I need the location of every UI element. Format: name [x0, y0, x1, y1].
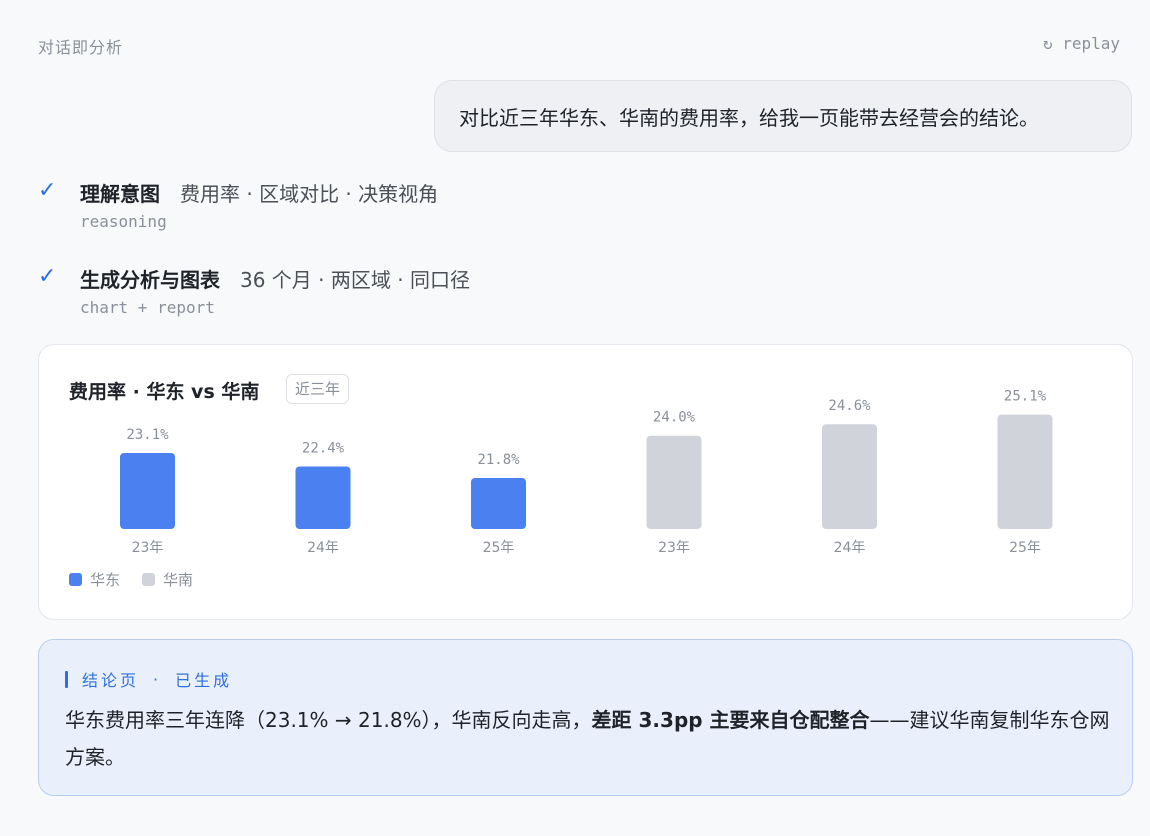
bar-east-24年 — [295, 466, 351, 529]
bar-value-label: 21.8% — [477, 452, 520, 468]
conclusion-accent-bar — [65, 670, 68, 688]
step-title-text: 生成分析与图表 — [80, 268, 220, 292]
separator-dot: · — [153, 669, 162, 689]
bar-category-label: 24年 — [307, 540, 339, 556]
user-message-text: 对比近三年华东、华南的费用率，给我一页能带去经营会的结论。 — [459, 105, 1039, 130]
chart-card: 费用率 · 华东 vs 华南 近三年 23.1% 23年 22.4% 24年 21.8%… — [38, 344, 1133, 620]
conclusion-card: 结论页 · 已生成 华东费用率三年连降（23.1% → 21.8%），华南反向走… — [38, 639, 1133, 796]
user-message-bubble: 对比近三年华东、华南的费用率，给我一页能带去经营会的结论。 — [434, 80, 1132, 152]
bar-value-label: 23.1% — [126, 427, 169, 443]
bar-value-label: 22.4% — [302, 440, 345, 456]
legend-item-east: 华东 — [69, 569, 120, 590]
step-title: 理解意图 费用率 · 区域对比 · 决策视角 — [80, 178, 438, 207]
step-title-text: 理解意图 — [80, 182, 160, 206]
conclusion-status: 已生成 — [175, 671, 233, 690]
step-title: 生成分析与图表 36 个月 · 两区域 · 同口径 — [80, 264, 470, 293]
bar-value-label: 24.6% — [828, 398, 871, 414]
conclusion-label: 结论页 — [82, 671, 140, 690]
step-tags: 费用率 · 区域对比 · 决策视角 — [180, 182, 439, 206]
conclusion-header: 结论页 · 已生成 — [65, 667, 232, 691]
bar-category-label: 25年 — [483, 540, 515, 556]
bar-south-25年 — [997, 414, 1053, 529]
bar-category-label: 24年 — [834, 540, 866, 556]
app-title: 对话即分析 — [38, 38, 124, 57]
check-icon: ✓ — [38, 264, 57, 289]
bar-value-label: 24.0% — [653, 410, 696, 426]
legend-swatch-east — [69, 573, 82, 586]
legend-label-south: 华南 — [163, 571, 194, 589]
step-subtitle: reasoning — [80, 212, 167, 231]
bar-chart: 23.1% 23年 22.4% 24年 21.8% 25年 24.0% 23年 24.6% 24年… — [120, 389, 1053, 556]
bar-category-label: 25年 — [1009, 540, 1041, 556]
bar-category-label: 23年 — [658, 540, 690, 556]
step-tags: 36 个月 · 两区域 · 同口径 — [240, 268, 470, 292]
legend-item-south: 华南 — [142, 569, 193, 590]
bar-category-label: 23年 — [132, 540, 164, 556]
legend-label-east: 华东 — [90, 571, 121, 589]
replay-button[interactable]: ↻ replay — [1043, 34, 1120, 53]
check-icon: ✓ — [38, 178, 57, 203]
bar-south-24年 — [822, 424, 877, 529]
conclusion-text: 华东费用率三年连降（23.1% → 21.8%），华南反向走高，差距 3.3pp… — [65, 702, 1115, 776]
bar-value-label: 25.1% — [1004, 389, 1047, 405]
legend-swatch-south — [142, 573, 156, 586]
conclusion-text-lead: 华东费用率三年连降（23.1% → 21.8%），华南反向走高， — [65, 708, 592, 732]
bar-south-23年 — [646, 435, 702, 529]
conclusion-text-emphasis: 差距 3.3pp 主要来自仓配整合 — [591, 708, 870, 732]
bar-east-23年 — [120, 453, 175, 529]
bar-east-25年 — [471, 477, 526, 529]
chart-legend: 华东 华南 — [69, 569, 193, 590]
step-subtitle: chart + report — [80, 298, 215, 317]
